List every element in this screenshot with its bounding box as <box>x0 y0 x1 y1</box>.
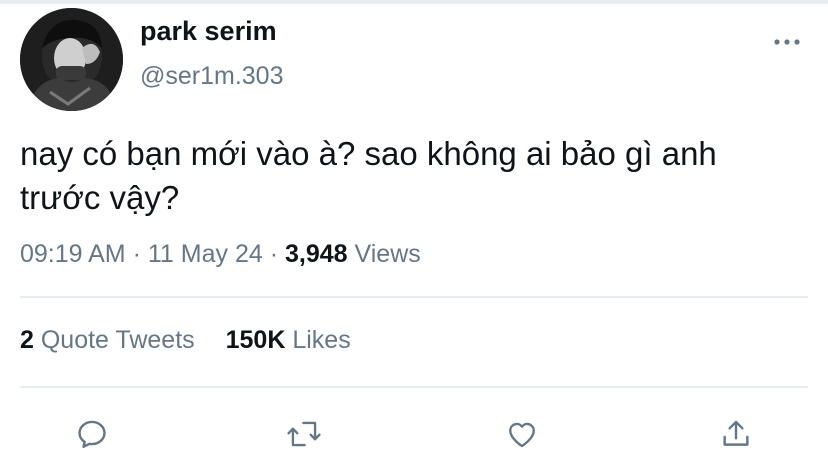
views-label: Views <box>354 240 421 268</box>
retweet-icon <box>287 421 321 447</box>
quote-tweets-stat[interactable]: 2 Quote Tweets <box>20 326 195 355</box>
top-border <box>0 0 828 4</box>
retweet-button[interactable] <box>284 414 324 454</box>
tweet-stats: 2 Quote Tweets 150K Likes <box>20 326 351 355</box>
divider <box>20 386 808 388</box>
share-button[interactable] <box>716 414 756 454</box>
tweet-meta: 09:19 AM · 11 May 24 · 3,948 Views <box>20 240 421 269</box>
avatar[interactable] <box>20 8 123 111</box>
quote-tweets-label: Quote Tweets <box>40 326 195 354</box>
heart-icon <box>509 422 535 448</box>
likes-label: Likes <box>292 326 351 354</box>
like-button[interactable] <box>502 414 542 454</box>
avatar-photo <box>20 8 123 111</box>
tweet-time[interactable]: 09:19 AM <box>20 240 126 268</box>
tweet-text: nay có bạn mới vào à? sao không ai bảo g… <box>20 132 820 220</box>
reply-button[interactable] <box>72 414 112 454</box>
share-upload-icon <box>723 420 749 446</box>
divider <box>20 296 808 298</box>
more-options-button[interactable] <box>770 30 804 54</box>
meta-separator: · <box>132 240 141 268</box>
meta-separator: · <box>269 240 279 268</box>
likes-count: 150K <box>225 326 286 354</box>
more-horizontal-icon <box>774 39 800 45</box>
tweet-date[interactable]: 11 May 24 <box>148 240 263 268</box>
author-display-name[interactable]: park serim <box>140 16 277 47</box>
tweet-text-line-1: nay có bạn mới vào à? sao không ai bảo g… <box>20 135 717 172</box>
reply-bubble-icon <box>78 420 106 448</box>
tweet-text-line-2: trước vậy? <box>20 179 180 216</box>
quote-tweets-count: 2 <box>20 326 34 354</box>
likes-stat[interactable]: 150K Likes <box>226 326 351 355</box>
author-handle[interactable]: @ser1m.303 <box>140 62 284 91</box>
views-count: 3,948 <box>285 240 348 268</box>
